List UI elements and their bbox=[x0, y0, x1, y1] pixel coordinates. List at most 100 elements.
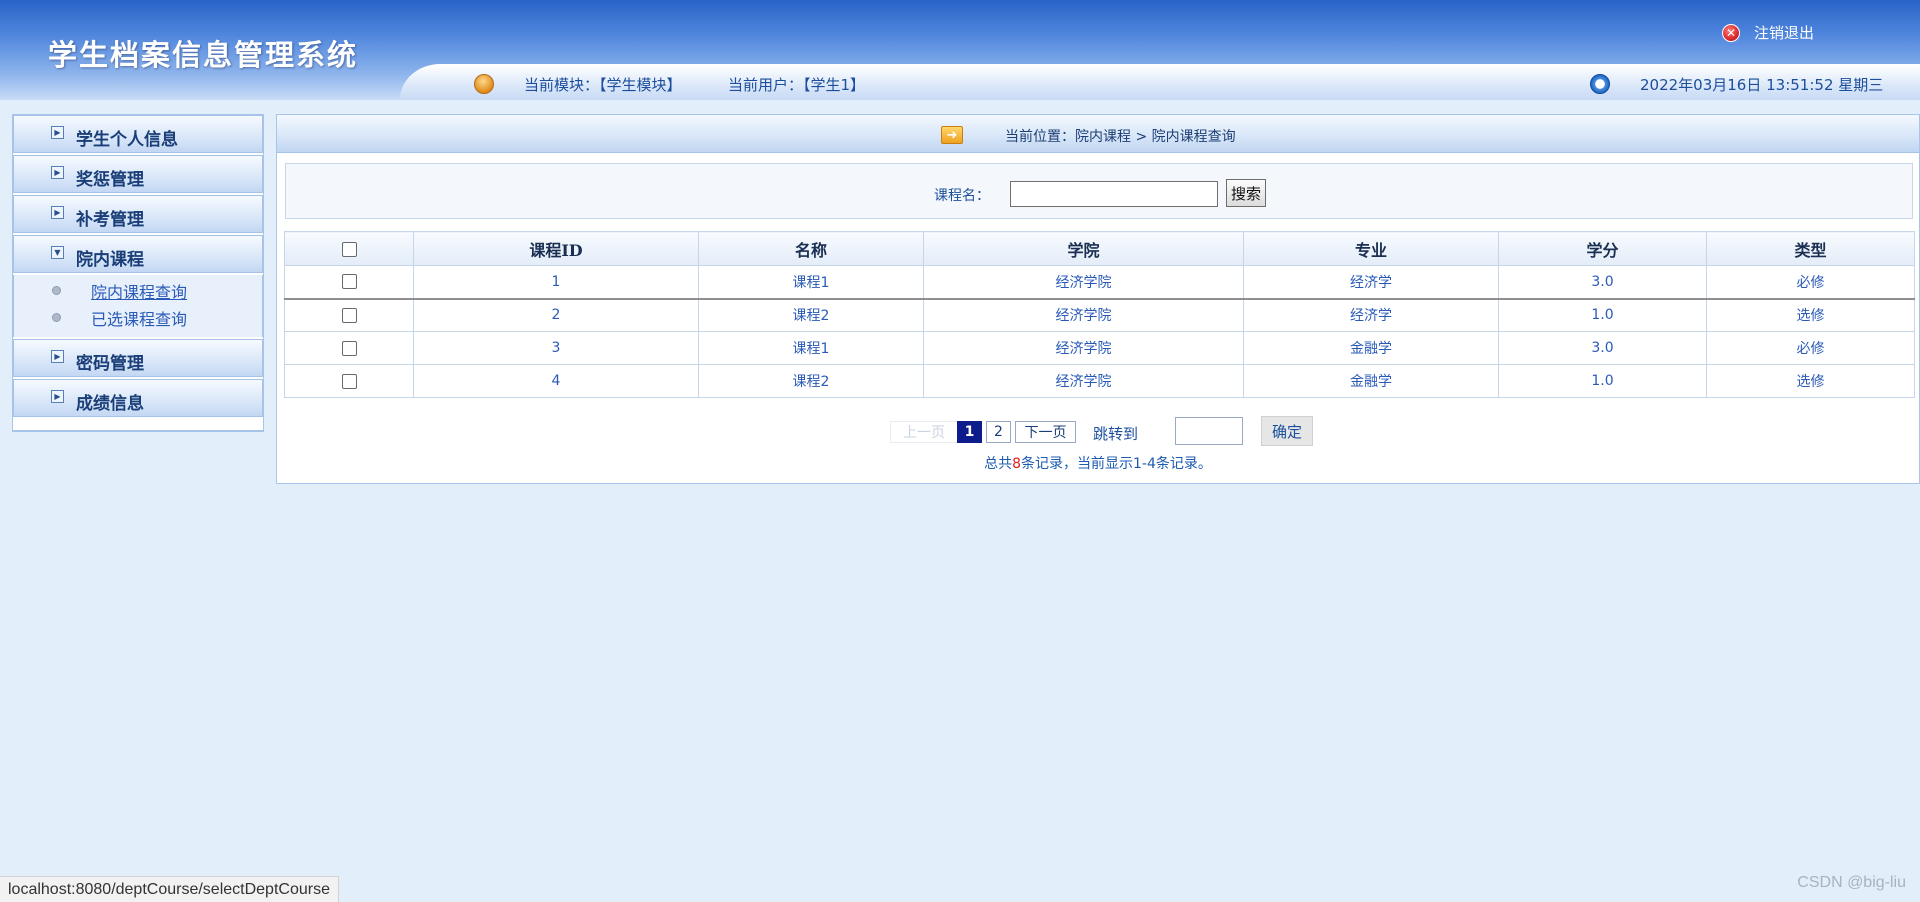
goto-label: 跳转到 bbox=[1093, 425, 1139, 443]
sidebar-item-label: 奖惩管理 bbox=[76, 170, 144, 190]
table-row: 1 课程1 经济学院 经济学 3.0 必修 bbox=[284, 265, 1915, 300]
summary-total: 8 bbox=[1012, 456, 1022, 472]
sidebar-item-label: 院内课程 bbox=[76, 250, 144, 270]
column-header: 类型 bbox=[1706, 231, 1915, 266]
close-icon: ✕ bbox=[1722, 23, 1740, 42]
breadcrumb: 当前位置：院内课程 > 院内课程查询 bbox=[1005, 129, 1236, 145]
column-header: 学分 bbox=[1498, 231, 1707, 266]
row-checkbox[interactable] bbox=[341, 373, 357, 389]
bullet-icon bbox=[52, 286, 61, 295]
submenu-item-label: 已选课程查询 bbox=[91, 309, 188, 329]
logout-button[interactable]: ✕ 注销退出 bbox=[1722, 22, 1814, 43]
row-checkbox[interactable] bbox=[341, 274, 357, 290]
submenu-item-selected-course-query[interactable]: 已选课程查询 bbox=[14, 304, 262, 331]
sidebar-item-makeup-exam[interactable]: ▶ 补考管理 bbox=[13, 195, 263, 233]
major-cell: 金融学 bbox=[1243, 331, 1499, 365]
app-header: 学生档案信息管理系统 ✕ 注销退出 当前模块：【学生模块】 当前用户：【学生1】… bbox=[0, 0, 1920, 100]
sidebar-item-dept-course[interactable]: ▼ 院内课程 bbox=[13, 235, 263, 273]
row-checkbox[interactable] bbox=[341, 307, 357, 323]
sidebar-item-rewards[interactable]: ▶ 奖惩管理 bbox=[13, 155, 263, 193]
watermark: CSDN @big-liu bbox=[1797, 874, 1906, 891]
logout-label: 注销退出 bbox=[1754, 24, 1815, 42]
college-cell: 经济学院 bbox=[923, 298, 1244, 332]
row-select-cell bbox=[284, 364, 414, 398]
prev-page-button[interactable]: 上一页 bbox=[890, 421, 958, 443]
table-row: 3 课程1 经济学院 金融学 3.0 必修 bbox=[284, 331, 1915, 365]
system-title: 学生档案信息管理系统 bbox=[48, 38, 359, 72]
credit-cell: 1.0 bbox=[1498, 298, 1707, 332]
course-table: 课程ID 名称 学院 专业 学分 类型 1 课程1 经济学院 经济学 3.0 必… bbox=[284, 231, 1915, 398]
search-panel: 课程名： 搜索 bbox=[285, 163, 1913, 219]
college-cell: 经济学院 bbox=[923, 331, 1244, 365]
bullet-icon bbox=[52, 313, 61, 322]
major-cell: 金融学 bbox=[1243, 364, 1499, 398]
credit-cell: 3.0 bbox=[1498, 331, 1707, 365]
expand-icon: ▶ bbox=[51, 206, 64, 219]
course-id-cell: 2 bbox=[413, 298, 699, 332]
row-select-cell bbox=[284, 265, 414, 300]
table-header-row: 课程ID 名称 学院 专业 学分 类型 bbox=[284, 231, 1915, 266]
type-cell: 选修 bbox=[1706, 298, 1915, 332]
sidebar-footer bbox=[13, 419, 263, 431]
pagination: 上一页 1 2 下一页 跳转到 确定 bbox=[277, 416, 1919, 451]
credit-cell: 1.0 bbox=[1498, 364, 1707, 398]
row-select-cell bbox=[284, 331, 414, 365]
next-page-button[interactable]: 下一页 bbox=[1015, 421, 1076, 443]
credit-cell: 3.0 bbox=[1498, 265, 1707, 300]
course-name-cell: 课程1 bbox=[698, 331, 924, 365]
major-cell: 经济学 bbox=[1243, 265, 1499, 300]
page-button-2[interactable]: 2 bbox=[986, 421, 1011, 443]
course-name-cell: 课程1 bbox=[698, 265, 924, 300]
summary-prefix: 总共 bbox=[984, 456, 1013, 472]
expand-icon: ▶ bbox=[51, 126, 64, 139]
goto-page-input[interactable] bbox=[1175, 417, 1243, 445]
page-button-1[interactable]: 1 bbox=[957, 421, 982, 443]
course-id-cell: 4 bbox=[413, 364, 699, 398]
sidebar-item-label: 学生个人信息 bbox=[76, 130, 178, 150]
row-checkbox[interactable] bbox=[341, 340, 357, 356]
course-id-cell: 1 bbox=[413, 265, 699, 300]
select-all-checkbox[interactable] bbox=[341, 242, 357, 257]
course-name-cell: 课程2 bbox=[698, 364, 924, 398]
record-summary: 总共8条记录，当前显示1-4条记录。 bbox=[277, 453, 1919, 473]
select-all-cell bbox=[284, 231, 414, 266]
confirm-button[interactable]: 确定 bbox=[1261, 416, 1313, 446]
browser-status-bar: localhost:8080/deptCourse/selectDeptCour… bbox=[0, 876, 339, 902]
expand-icon: ▶ bbox=[51, 390, 64, 403]
breadcrumb-bar: ➜ 当前位置：院内课程 > 院内课程查询 bbox=[277, 115, 1919, 153]
course-name-cell: 课程2 bbox=[698, 298, 924, 332]
expand-icon: ▶ bbox=[51, 166, 64, 179]
submenu-item-label: 院内课程查询 bbox=[91, 282, 188, 302]
sidebar-item-password[interactable]: ▶ 密码管理 bbox=[13, 339, 263, 377]
college-cell: 经济学院 bbox=[923, 364, 1244, 398]
search-button[interactable]: 搜索 bbox=[1226, 179, 1266, 207]
major-cell: 经济学 bbox=[1243, 298, 1499, 332]
type-cell: 选修 bbox=[1706, 364, 1915, 398]
course-name-input[interactable] bbox=[1010, 181, 1218, 207]
sidebar-item-label: 密码管理 bbox=[76, 354, 144, 374]
sidebar-item-label: 补考管理 bbox=[76, 210, 144, 230]
sidebar-item-grades[interactable]: ▶ 成绩信息 bbox=[13, 379, 263, 417]
type-cell: 必修 bbox=[1706, 331, 1915, 365]
column-header: 名称 bbox=[698, 231, 924, 266]
search-label: 课程名： bbox=[934, 188, 990, 204]
sidebar: ▶ 学生个人信息 ▶ 奖惩管理 ▶ 补考管理 ▼ 院内课程 院内课程查询 已选课… bbox=[12, 114, 264, 432]
column-header: 课程ID bbox=[413, 231, 699, 266]
summary-suffix: 条记录，当前显示1-4条记录。 bbox=[1021, 456, 1212, 472]
column-header: 专业 bbox=[1243, 231, 1499, 266]
sidebar-item-label: 成绩信息 bbox=[76, 394, 144, 414]
user-icon bbox=[474, 74, 494, 94]
college-cell: 经济学院 bbox=[923, 265, 1244, 300]
table-row: 4 课程2 经济学院 金融学 1.0 选修 bbox=[284, 364, 1915, 398]
submenu-item-course-query[interactable]: 院内课程查询 bbox=[14, 277, 262, 304]
current-user-text: 当前用户：【学生1】 bbox=[728, 76, 866, 94]
current-module-text: 当前模块：【学生模块】 bbox=[524, 76, 682, 94]
clock-icon bbox=[1590, 74, 1610, 94]
main-panel: ➜ 当前位置：院内课程 > 院内课程查询 课程名： 搜索 课程ID 名称 学院 … bbox=[276, 114, 1920, 484]
table-row: 2 课程2 经济学院 经济学 1.0 选修 bbox=[284, 298, 1915, 332]
type-cell: 必修 bbox=[1706, 265, 1915, 300]
column-header: 学院 bbox=[923, 231, 1244, 266]
course-id-cell: 3 bbox=[413, 331, 699, 365]
sidebar-item-student-info[interactable]: ▶ 学生个人信息 bbox=[13, 115, 263, 153]
dept-course-submenu: 院内课程查询 已选课程查询 bbox=[13, 275, 263, 337]
